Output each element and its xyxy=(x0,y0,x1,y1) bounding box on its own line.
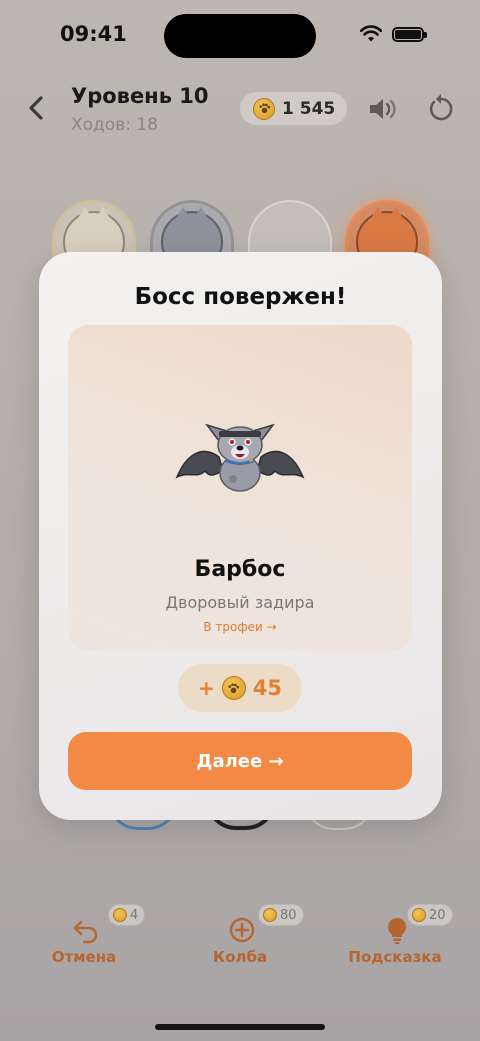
cost-value: 20 xyxy=(429,907,446,923)
flask-label: Колба xyxy=(212,948,268,966)
paw-coin-icon xyxy=(113,908,127,922)
boss-defeated-dialog: Босс повержен! Барбос Дворовый задира В … xyxy=(39,252,442,820)
dialog-title: Босс повержен! xyxy=(134,284,347,310)
dynamic-island xyxy=(164,14,316,58)
lightbulb-icon xyxy=(387,917,407,944)
cost-value: 4 xyxy=(130,907,139,923)
reward-amount: 45 xyxy=(252,676,282,700)
boss-description: Дворовый задира xyxy=(165,593,315,612)
plus-circle-icon xyxy=(229,917,255,943)
hint-label: Подсказка xyxy=(348,948,442,966)
paw-coin-icon xyxy=(221,676,246,700)
reward-badge: + 45 xyxy=(178,664,302,712)
home-indicator[interactable] xyxy=(155,1024,325,1030)
cost-badge: 80 xyxy=(258,904,304,926)
back-button[interactable] xyxy=(20,92,52,124)
paw-coin-icon xyxy=(263,908,277,922)
wifi-icon xyxy=(360,25,382,42)
battery-icon xyxy=(392,27,427,42)
back-chevron-icon xyxy=(29,96,43,120)
flask-button[interactable]: 80 Колба xyxy=(180,904,304,978)
boss-bat-dog-icon xyxy=(175,423,305,492)
moves-counter: Ходов: 18 xyxy=(71,115,158,135)
boss-name: Барбос xyxy=(194,557,286,582)
level-title: Уровень 10 xyxy=(71,84,209,108)
cost-badge: 20 xyxy=(407,904,453,926)
status-time: 09:41 xyxy=(60,22,127,46)
trophies-link[interactable]: В трофеи → xyxy=(68,620,412,634)
reward-plus: + xyxy=(198,676,215,700)
coins-balance: 1 545 xyxy=(239,91,348,126)
restart-icon[interactable] xyxy=(425,93,457,125)
paw-coin-icon xyxy=(412,908,426,922)
cost-badge: 4 xyxy=(108,904,146,926)
paw-coin-icon xyxy=(253,97,275,120)
undo-label: Отмена xyxy=(51,948,117,966)
next-button[interactable]: Далее → xyxy=(68,732,412,790)
undo-arrow-icon xyxy=(73,920,98,944)
speaker-icon[interactable] xyxy=(366,93,398,125)
coins-value: 1 545 xyxy=(282,98,336,119)
cost-value: 80 xyxy=(280,907,297,923)
boss-card: Барбос Дворовый задира В трофеи → xyxy=(68,325,412,651)
hint-button[interactable]: 20 Подсказка xyxy=(335,904,455,978)
undo-button[interactable]: 4 Отмена xyxy=(24,904,146,978)
